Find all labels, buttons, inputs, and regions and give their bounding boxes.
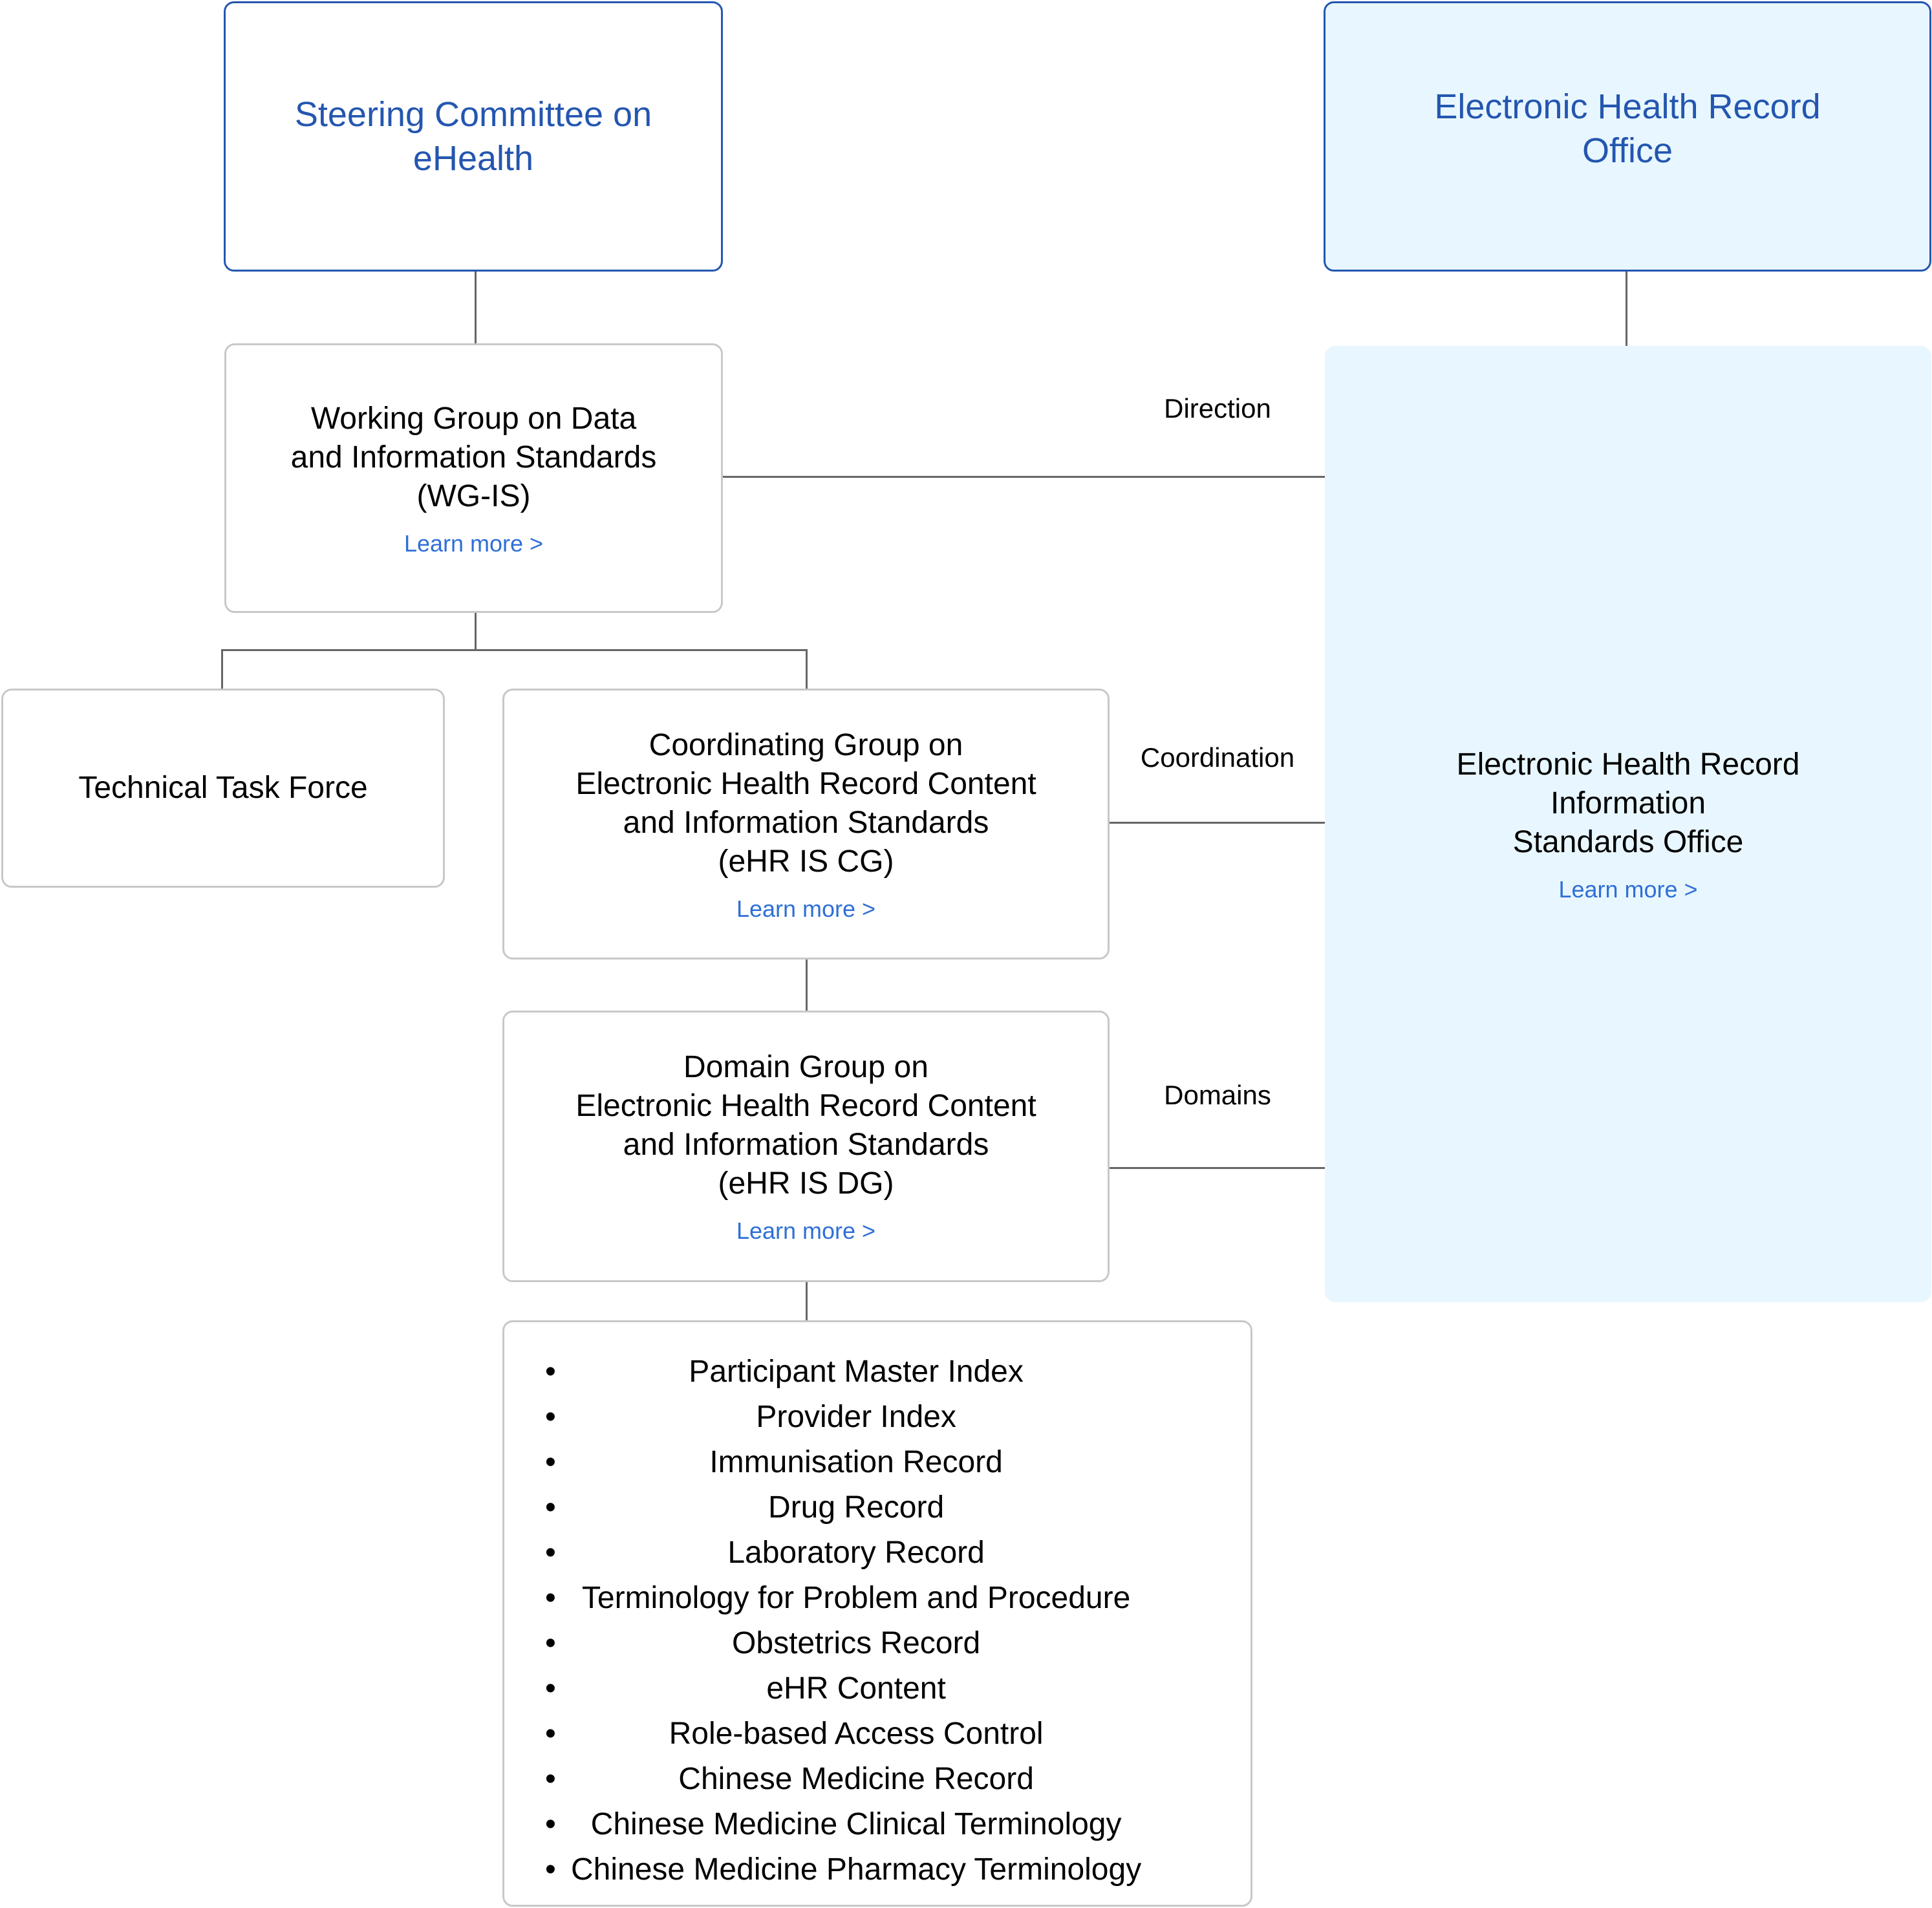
domain-list-item: • Chinese Medicine Clinical Terminology <box>545 1802 1141 1847</box>
bullet-icon: • <box>545 1626 556 1660</box>
wg-is-title-line: (WG-IS) <box>416 478 531 513</box>
domain-list-item-label: eHR Content <box>766 1671 946 1706</box>
direction-label: Direction <box>1164 393 1271 423</box>
domains-label: Domains <box>1164 1080 1271 1110</box>
domain-list-item-label: Obstetrics Record <box>732 1626 981 1660</box>
domain-list-item-label: Drug Record <box>768 1490 945 1525</box>
domain-list-item-label: Immunisation Record <box>709 1445 1003 1479</box>
steering-committee-title-line: Steering Committee on <box>294 95 652 134</box>
connector-branch-to-cg <box>806 649 808 689</box>
wg-is-title-line: and Information Standards <box>290 440 657 475</box>
domain-list-item: • Obstetrics Record <box>545 1621 1141 1666</box>
wg-is-learn-more-link[interactable]: Learn more > <box>404 530 543 557</box>
coordinating-group-title-line: Electronic Health Record Content <box>575 766 1036 801</box>
domain-list-item-label: Chinese Medicine Pharmacy Terminology <box>571 1852 1142 1887</box>
domains-list: • Participant Master Index • Provider Index… <box>545 1349 1141 1892</box>
connector-domains <box>1109 1167 1325 1169</box>
bullet-icon: • <box>545 1581 556 1615</box>
bullet-icon: • <box>545 1852 556 1887</box>
domain-list-item-label: Chinese Medicine Record <box>678 1762 1034 1796</box>
ehr-office-title-line: Office <box>1582 131 1673 170</box>
connector-cg-to-dg <box>806 959 808 1011</box>
domain-list-item: • Drug Record <box>545 1485 1141 1530</box>
ehr-is-office-title-line: Information <box>1550 786 1706 820</box>
domain-list-item: • Provider Index <box>545 1395 1141 1440</box>
wg-is-title: Working Group on Data and Information St… <box>291 400 657 516</box>
coordination-label: Coordination <box>1140 742 1295 773</box>
ehr-is-office-title-line: Electronic Health Record <box>1456 747 1800 782</box>
domain-group-title-line: and Information Standards <box>623 1128 989 1162</box>
bullet-icon: • <box>545 1717 556 1751</box>
technical-task-force-box: Technical Task Force <box>1 689 445 888</box>
domain-list-item-label: Role-based Access Control <box>669 1717 1044 1751</box>
ehr-office-title: Electronic Health Record Office <box>1434 85 1820 173</box>
domain-list-item: • Immunisation Record <box>545 1440 1141 1485</box>
steering-committee-title-line: eHealth <box>413 139 534 178</box>
bullet-icon: • <box>545 1355 556 1389</box>
ehr-office-title-line: Electronic Health Record <box>1434 87 1821 126</box>
domain-list-item-label: Provider Index <box>756 1400 956 1434</box>
wg-is-title-line: Working Group on Data <box>310 401 637 436</box>
ehr-is-office-box: Electronic Health Record Information Sta… <box>1325 346 1931 1302</box>
domain-group-title-line: (eHR IS DG) <box>718 1166 894 1201</box>
domain-list-item: • Participant Master Index <box>545 1349 1141 1395</box>
bullet-icon: • <box>545 1445 556 1479</box>
domains-list-box: • Participant Master Index • Provider Index… <box>502 1320 1252 1907</box>
bullet-icon: • <box>545 1807 556 1841</box>
domain-list-item: • Terminology for Problem and Procedure <box>545 1576 1141 1621</box>
domain-list-item-label: Participant Master Index <box>689 1355 1024 1389</box>
coordinating-group-title-line: (eHR IS CG) <box>718 844 894 879</box>
coordinating-group-box: Coordinating Group on Electronic Health … <box>502 689 1110 959</box>
domain-group-title-line: Electronic Health Record Content <box>575 1089 1036 1123</box>
bullet-icon: • <box>545 1536 556 1570</box>
coordinating-group-title: Coordinating Group on Electronic Health … <box>575 726 1036 881</box>
connector-branch-to-ttf <box>221 649 223 689</box>
domain-list-item: • Chinese Medicine Record <box>545 1757 1141 1802</box>
connector-direction <box>722 476 1325 478</box>
ehr-is-office-title-line: Standards Office <box>1512 824 1744 859</box>
bullet-icon: • <box>545 1490 556 1525</box>
domain-group-title: Domain Group on Electronic Health Record… <box>575 1048 1036 1203</box>
domain-list-item: • Chinese Medicine Pharmacy Terminology <box>545 1847 1141 1892</box>
domain-list-item-label: Chinese Medicine Clinical Terminology <box>590 1807 1122 1841</box>
connector-coordination <box>1109 822 1325 824</box>
domain-list-item-label: Laboratory Record <box>727 1536 985 1570</box>
connector-wgis-down <box>475 612 477 650</box>
connector-steering-to-wgis <box>475 271 477 344</box>
connector-office-to-isoffice <box>1626 271 1627 347</box>
domain-group-box: Domain Group on Electronic Health Record… <box>502 1011 1110 1282</box>
domain-list-item: • eHR Content <box>545 1666 1141 1711</box>
bullet-icon: • <box>545 1400 556 1434</box>
coordinating-group-title-line: and Information Standards <box>623 805 989 840</box>
domain-group-title-line: Domain Group on <box>683 1050 928 1084</box>
steering-committee-title: Steering Committee on eHealth <box>295 92 652 180</box>
domain-list-item: • Laboratory Record <box>545 1530 1141 1576</box>
coordinating-group-title-line: Coordinating Group on <box>649 727 963 762</box>
technical-task-force-title: Technical Task Force <box>78 769 367 808</box>
connector-branch-horizontal <box>221 649 808 651</box>
domain-group-learn-more-link[interactable]: Learn more > <box>736 1217 875 1245</box>
ehr-office-box: Electronic Health Record Office <box>1324 1 1931 272</box>
domain-list-item: • Role-based Access Control <box>545 1711 1141 1757</box>
bullet-icon: • <box>545 1762 556 1796</box>
ehr-is-office-title: Electronic Health Record Information Sta… <box>1457 745 1800 862</box>
steering-committee-box: Steering Committee on eHealth <box>224 1 723 272</box>
ehr-is-office-learn-more-link[interactable]: Learn more > <box>1558 876 1697 903</box>
technical-task-force-title-line: Technical Task Force <box>78 771 368 805</box>
coordinating-group-learn-more-link[interactable]: Learn more > <box>736 895 875 923</box>
connector-dg-to-list <box>806 1281 808 1321</box>
domain-list-item-label: Terminology for Problem and Procedure <box>581 1581 1131 1615</box>
bullet-icon: • <box>545 1671 556 1706</box>
wg-is-box: Working Group on Data and Information St… <box>224 343 723 613</box>
